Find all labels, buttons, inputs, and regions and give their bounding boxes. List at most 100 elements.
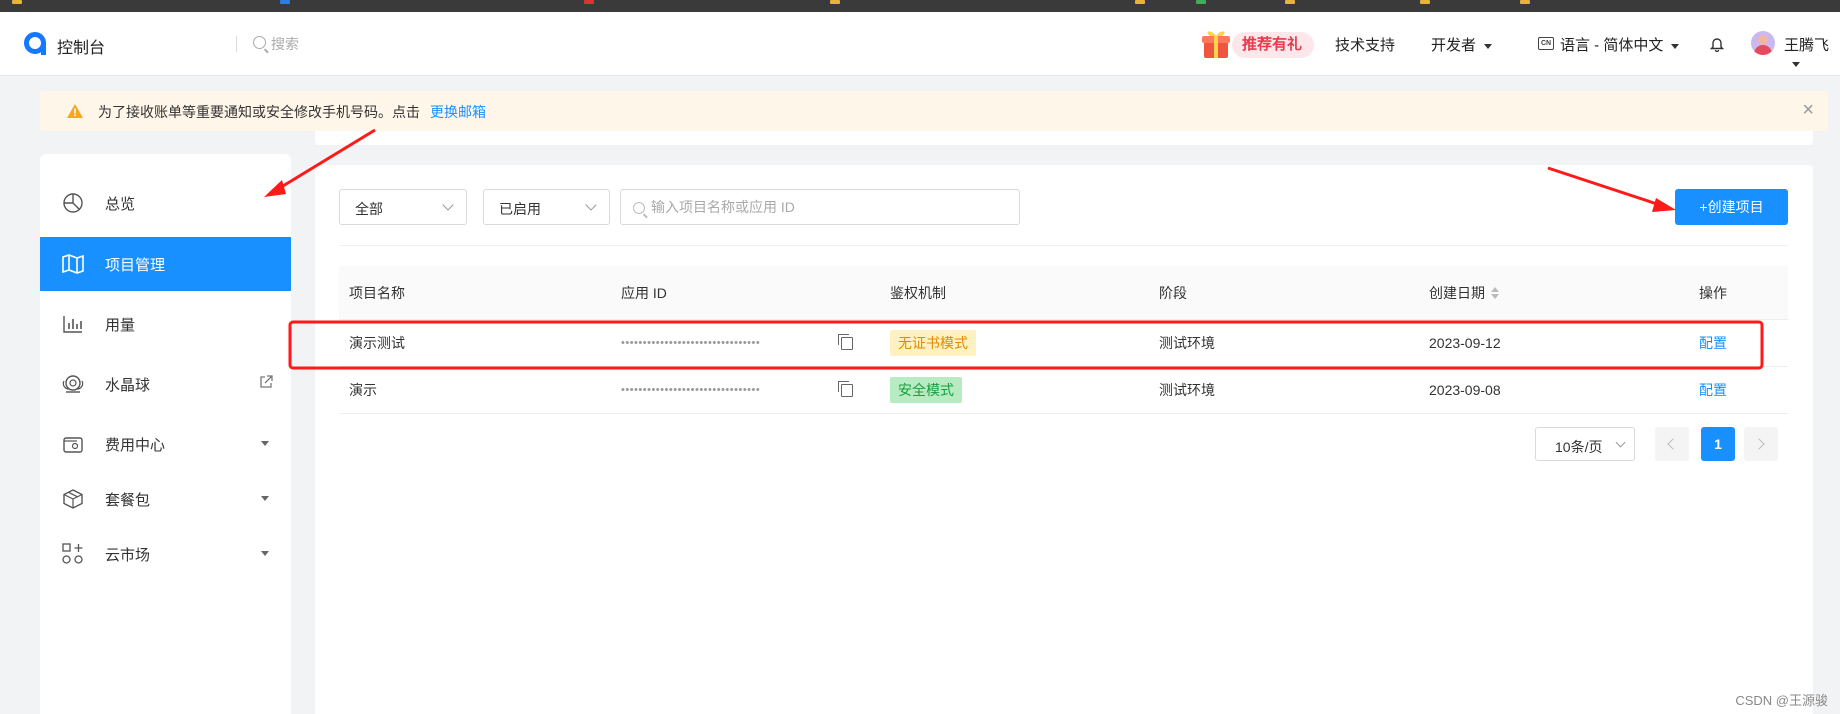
close-icon[interactable]: × bbox=[1802, 99, 1814, 122]
sidebar-item-label: 总览 bbox=[105, 196, 136, 213]
auth-mode-badge: 无证书模式 bbox=[890, 330, 976, 356]
project-search-field[interactable] bbox=[620, 189, 1020, 225]
sidebar-item-packages[interactable]: 套餐包 bbox=[40, 472, 291, 526]
created-date: 2023-09-12 bbox=[1429, 335, 1501, 351]
crystal-ball-icon bbox=[62, 375, 84, 393]
scope-select-value: 全部 bbox=[355, 201, 383, 217]
prev-page-button[interactable] bbox=[1655, 427, 1689, 461]
package-icon bbox=[63, 489, 83, 509]
notice-text: 为了接收账单等重要通知或安全修改手机号码。点击 更换邮箱 bbox=[98, 102, 486, 122]
top-navigation-bar: 控制台 搜索 推荐有礼 技术支持 开发者 CN 语言 - 简体中文 王腾飞 bbox=[0, 12, 1840, 76]
column-header-date-label: 创建日期 bbox=[1429, 284, 1485, 301]
scope-select[interactable]: 全部 bbox=[339, 189, 467, 225]
sidebar-item-label: 云市场 bbox=[105, 547, 151, 564]
sidebar-item-label: 项目管理 bbox=[105, 257, 166, 274]
project-search-input[interactable] bbox=[651, 190, 1011, 224]
chevron-left-icon bbox=[1667, 438, 1679, 450]
project-name: 演示测试 bbox=[349, 335, 405, 351]
notice-message: 为了接收账单等重要通知或安全修改手机号码。点击 bbox=[98, 104, 420, 120]
sidebar-item-billing[interactable]: 费用中心 bbox=[40, 417, 291, 471]
bar-chart-icon bbox=[63, 316, 82, 333]
status-select-value: 已启用 bbox=[499, 201, 541, 217]
table-row: 演示 •••••••••••••••••••••••••••••••• 安全模式… bbox=[339, 367, 1788, 414]
sidebar-item-usage[interactable]: 用量 bbox=[40, 297, 291, 351]
sidebar-item-project-management[interactable]: 项目管理 bbox=[40, 237, 291, 291]
chevron-down-icon bbox=[1792, 61, 1800, 67]
column-header-date[interactable]: 创建日期 bbox=[1429, 266, 1499, 319]
chevron-down-icon bbox=[261, 496, 269, 501]
auth-cell: 无证书模式 bbox=[890, 320, 976, 366]
sidebar-item-label: 水晶球 bbox=[105, 377, 151, 394]
browser-tab-strip bbox=[0, 0, 1840, 12]
auth-mode-badge: 安全模式 bbox=[890, 377, 962, 403]
chevron-down-icon bbox=[1484, 43, 1493, 49]
pie-chart-icon bbox=[63, 193, 83, 213]
configure-link[interactable]: 配置 bbox=[1699, 320, 1727, 366]
apps-icon bbox=[62, 543, 83, 564]
created-date: 2023-09-08 bbox=[1429, 382, 1501, 398]
chevron-down-icon bbox=[1615, 437, 1626, 448]
developer-menu-label: 开发者 bbox=[1431, 37, 1477, 54]
page-size-value: 10条/页 bbox=[1555, 439, 1603, 455]
sidebar: 总览 项目管理 用量 水晶球 费用中心 套餐包 云市场 bbox=[40, 154, 291, 714]
brand-logo-icon[interactable] bbox=[24, 32, 46, 55]
sidebar-item-label: 用量 bbox=[105, 317, 136, 334]
language-label: 语言 - 简体中文 bbox=[1560, 37, 1664, 54]
sidebar-item-label: 套餐包 bbox=[105, 492, 151, 509]
copy-icon[interactable] bbox=[838, 334, 853, 350]
search-icon[interactable] bbox=[253, 36, 266, 49]
status-select[interactable]: 已启用 bbox=[483, 189, 610, 225]
sidebar-item-overview[interactable]: 总览 bbox=[40, 176, 291, 230]
sidebar-item-crystal-ball[interactable]: 水晶球 bbox=[40, 357, 291, 411]
column-header-auth: 鉴权机制 bbox=[890, 284, 946, 301]
column-header-stage: 阶段 bbox=[1159, 284, 1187, 301]
chevron-down-icon bbox=[442, 199, 454, 211]
sidebar-item-label: 费用中心 bbox=[105, 437, 166, 454]
external-link-icon bbox=[260, 375, 273, 388]
stage-cell: 测试环境 bbox=[1159, 335, 1215, 351]
auth-cell: 安全模式 bbox=[890, 367, 962, 413]
developer-menu[interactable]: 开发者 bbox=[1431, 34, 1493, 55]
table-header: 项目名称 应用 ID 鉴权机制 阶段 创建日期 操作 bbox=[339, 266, 1788, 320]
chevron-down-icon bbox=[261, 551, 269, 556]
watermark: CSDN @王源骏 bbox=[1735, 693, 1828, 708]
wallet-icon bbox=[63, 437, 83, 453]
create-project-button[interactable]: +创建项目 bbox=[1675, 189, 1788, 225]
language-selector[interactable]: 语言 - 简体中文 bbox=[1560, 34, 1680, 55]
copy-icon[interactable] bbox=[838, 381, 853, 397]
warning-icon bbox=[67, 104, 83, 118]
page-number-current[interactable]: 1 bbox=[1701, 427, 1735, 461]
app-id-masked: •••••••••••••••••••••••••••••••• bbox=[621, 384, 761, 396]
chevron-down-icon bbox=[261, 441, 269, 446]
sidebar-item-cloud-market[interactable]: 云市场 bbox=[40, 527, 291, 581]
column-header-name: 项目名称 bbox=[349, 284, 405, 301]
change-email-link[interactable]: 更换邮箱 bbox=[430, 104, 486, 120]
map-icon bbox=[62, 254, 84, 274]
stage-cell: 测试环境 bbox=[1159, 382, 1215, 398]
language-icon: CN bbox=[1538, 37, 1554, 50]
sort-icon[interactable] bbox=[1491, 286, 1499, 299]
divider bbox=[236, 36, 237, 52]
gift-box-icon[interactable] bbox=[1198, 26, 1234, 62]
column-header-actions: 操作 bbox=[1699, 284, 1727, 301]
global-search-input[interactable]: 搜索 bbox=[271, 34, 299, 54]
user-name: 王腾飞 bbox=[1784, 37, 1830, 54]
referral-reward-button[interactable]: 推荐有礼 bbox=[1232, 32, 1315, 58]
summary-card bbox=[315, 131, 1813, 145]
chevron-down-icon bbox=[1671, 43, 1680, 49]
project-list-panel: 全部 已启用 +创建项目 项目名称 应用 ID 鉴权机制 阶段 创建日期 操作 … bbox=[315, 165, 1813, 714]
next-page-button[interactable] bbox=[1744, 427, 1778, 461]
table-row: 演示测试 •••••••••••••••••••••••••••••••• 无证… bbox=[339, 320, 1788, 367]
user-menu[interactable]: 王腾飞 bbox=[1784, 34, 1840, 72]
page-size-select[interactable]: 10条/页 bbox=[1535, 427, 1635, 461]
search-icon bbox=[633, 202, 645, 214]
app-id-masked: •••••••••••••••••••••••••••••••• bbox=[621, 337, 761, 349]
user-avatar[interactable] bbox=[1751, 31, 1775, 55]
tech-support-link[interactable]: 技术支持 bbox=[1335, 34, 1395, 55]
chevron-right-icon bbox=[1753, 438, 1765, 450]
project-name: 演示 bbox=[349, 382, 377, 398]
configure-link[interactable]: 配置 bbox=[1699, 367, 1727, 413]
console-title[interactable]: 控制台 bbox=[57, 34, 105, 58]
chevron-down-icon bbox=[585, 199, 597, 211]
bell-icon[interactable] bbox=[1710, 36, 1724, 52]
